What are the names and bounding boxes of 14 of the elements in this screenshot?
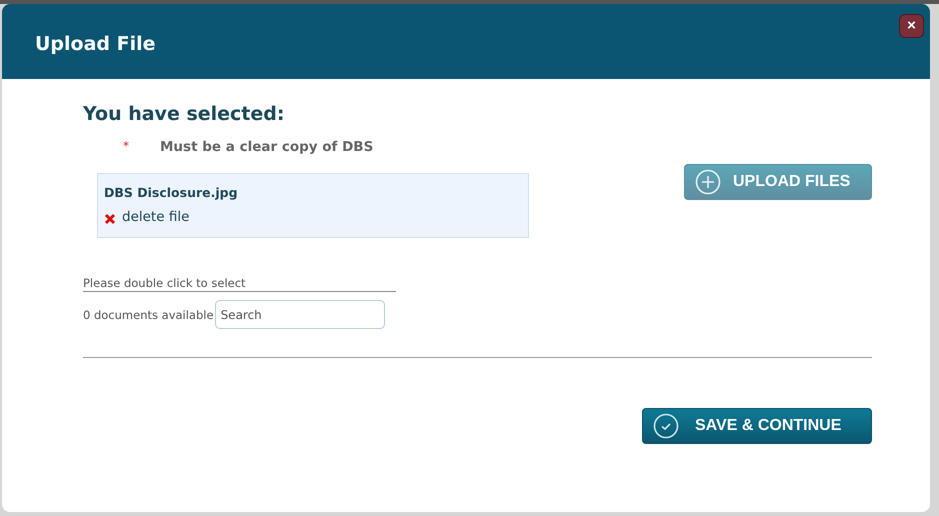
search-field[interactable]: Search xyxy=(214,300,385,329)
dialog-title: Upload File xyxy=(35,32,156,54)
requirement-text: Must be a clear copy of DBS xyxy=(160,139,374,155)
document-count: 0 documents available xyxy=(83,308,214,322)
instruction-text: Please double click to select xyxy=(83,276,396,292)
delete-icon[interactable] xyxy=(104,213,116,225)
delete-file-link[interactable]: delete file xyxy=(122,209,190,225)
plus-icon xyxy=(695,169,721,195)
save-continue-button[interactable]: SAVE & CONTINUE xyxy=(642,408,872,444)
section-heading: You have selected: xyxy=(83,103,286,125)
file-name: DBS Disclosure.jpg xyxy=(104,185,239,200)
close-button[interactable]: × xyxy=(899,14,924,38)
required-marker: * xyxy=(122,139,130,155)
check-circle-icon xyxy=(653,413,679,439)
